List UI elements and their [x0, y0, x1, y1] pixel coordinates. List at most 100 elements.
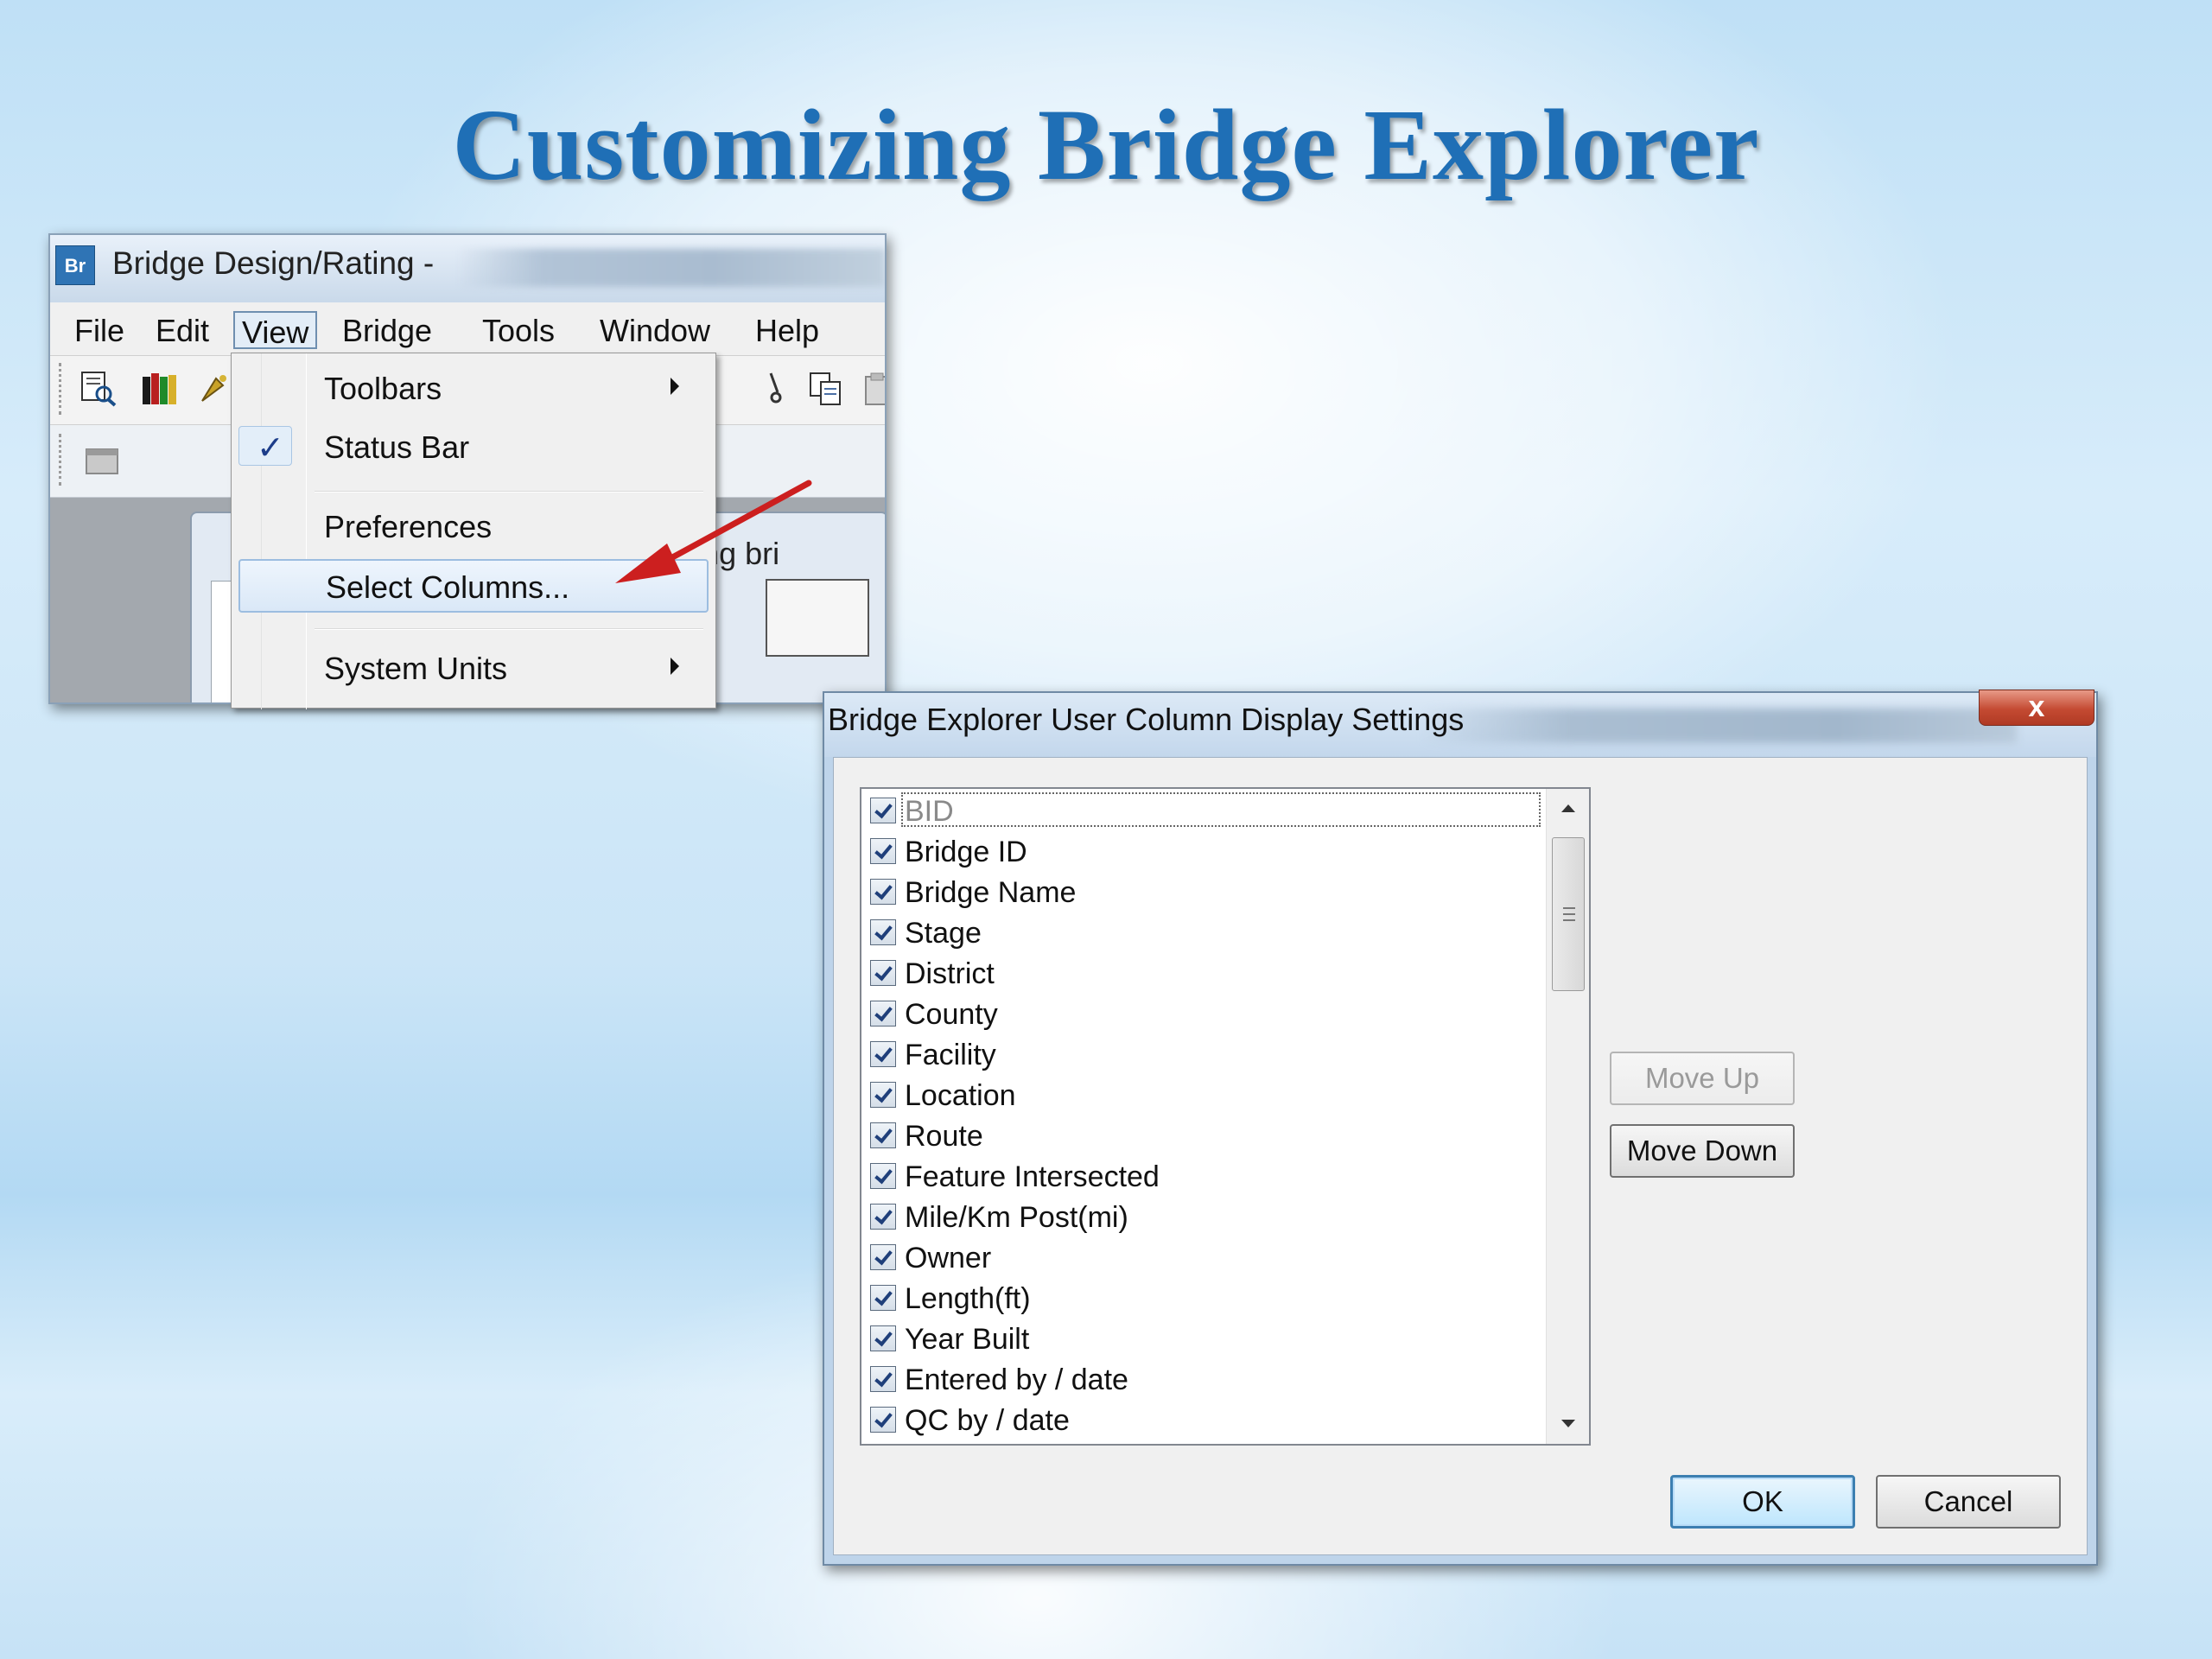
slide-title: Customizing Bridge Explorer	[452, 88, 1760, 201]
column-list-item[interactable]: Mile/Km Post(mi)	[867, 1197, 1541, 1237]
column-checkbox[interactable]	[870, 1204, 896, 1230]
column-label: Route	[905, 1120, 983, 1153]
column-label: County	[905, 998, 998, 1031]
scroll-down-arrow-icon[interactable]	[1547, 1401, 1590, 1444]
column-label: Entered by / date	[905, 1363, 1128, 1396]
column-checkbox[interactable]	[870, 960, 896, 986]
column-label: Owner	[905, 1242, 992, 1274]
column-list-item[interactable]: Entered by / date	[867, 1359, 1541, 1400]
column-label: Length(ft)	[905, 1282, 1031, 1315]
move-up-button[interactable]: Move Up	[1610, 1052, 1795, 1105]
column-checkbox[interactable]	[870, 1366, 896, 1392]
close-button[interactable]: x	[1979, 690, 2094, 726]
menu-separator	[315, 628, 703, 630]
app-titlebar: Br Bridge Design/Rating -	[50, 235, 885, 302]
column-checkbox[interactable]	[870, 1244, 896, 1270]
paste-icon[interactable]	[862, 370, 885, 408]
column-checkbox[interactable]	[870, 1122, 896, 1148]
column-label: Mile/Km Post(mi)	[905, 1201, 1128, 1234]
menu-item-system-units[interactable]: System Units	[232, 640, 715, 694]
column-label: Bridge Name	[905, 876, 1077, 909]
column-checkbox[interactable]	[870, 919, 896, 945]
column-checkbox[interactable]	[870, 838, 896, 864]
column-label: BID	[905, 795, 954, 828]
column-list-item[interactable]: County	[867, 994, 1541, 1034]
submenu-arrow-icon	[671, 378, 679, 395]
column-checkbox[interactable]	[870, 1285, 896, 1311]
check-highlight: ✓	[238, 426, 292, 467]
column-settings-dialog: Bridge Explorer User Column Display Sett…	[823, 690, 2098, 1566]
menu-view[interactable]: View	[233, 311, 318, 350]
column-label: Facility	[905, 1039, 996, 1071]
column-label: QC by / date	[905, 1404, 1070, 1437]
dialog-title: Bridge Explorer User Column Display Sett…	[828, 702, 1465, 737]
menu-tools[interactable]: Tools	[475, 311, 562, 349]
thumb-grip-icon	[1563, 907, 1575, 921]
menu-window[interactable]: Window	[593, 311, 717, 349]
submenu-arrow-icon	[671, 658, 679, 675]
menu-edit[interactable]: Edit	[149, 311, 216, 349]
column-checkbox[interactable]	[870, 1001, 896, 1027]
copy-icon[interactable]	[807, 370, 845, 408]
toolbar-grip[interactable]	[59, 434, 64, 486]
menu-item-label: Select Columns...	[326, 569, 570, 605]
menu-item-label: Toolbars	[324, 371, 442, 406]
column-label: Stage	[905, 917, 982, 950]
column-list-item[interactable]: Feature Intersected	[867, 1156, 1541, 1197]
move-down-button[interactable]: Move Down	[1610, 1124, 1795, 1178]
column-checkbox[interactable]	[870, 798, 896, 823]
column-list-item[interactable]: Owner	[867, 1237, 1541, 1278]
column-checkbox[interactable]	[870, 1082, 896, 1108]
cut-icon[interactable]	[759, 370, 797, 408]
column-list-item[interactable]: Stage	[867, 912, 1541, 953]
menu-file[interactable]: File	[67, 311, 131, 349]
column-list-item[interactable]: BID	[867, 791, 1541, 831]
column-checkbox[interactable]	[870, 1325, 896, 1351]
menu-bridge[interactable]: Bridge	[335, 311, 439, 349]
menu-item-label: System Units	[324, 651, 508, 686]
titlebar-blurred-area	[1421, 709, 2017, 743]
column-list-item[interactable]: Facility	[867, 1034, 1541, 1075]
app-logo-icon: Br	[55, 245, 95, 285]
column-label: Feature Intersected	[905, 1160, 1160, 1193]
column-checkbox[interactable]	[870, 1407, 896, 1433]
column-label: Location	[905, 1079, 1016, 1112]
toolbar-grip[interactable]	[59, 363, 64, 415]
column-label: Year Built	[905, 1323, 1030, 1356]
cancel-button[interactable]: Cancel	[1876, 1475, 2061, 1529]
scroll-thumb[interactable]	[1552, 837, 1585, 991]
column-checkbox[interactable]	[870, 1041, 896, 1067]
column-list-item[interactable]: Route	[867, 1116, 1541, 1156]
column-list-item[interactable]: Bridge ID	[867, 831, 1541, 872]
column-list-item[interactable]: QC by / date	[867, 1400, 1541, 1440]
dialog-client-area: BID Bridge ID Bridge Name Stage District…	[833, 757, 2088, 1555]
column-list-item[interactable]: Location	[867, 1075, 1541, 1116]
menu-bar: File Edit View Bridge Tools Window Help	[50, 302, 885, 356]
window-icon[interactable]	[83, 441, 121, 479]
column-label: Bridge ID	[905, 836, 1027, 868]
column-list-item[interactable]: Length(ft)	[867, 1278, 1541, 1319]
focus-rectangle	[901, 792, 1541, 827]
scroll-up-arrow-icon[interactable]	[1547, 789, 1590, 832]
titlebar-blurred-area	[456, 249, 885, 287]
library-icon[interactable]	[140, 370, 178, 408]
column-list-item[interactable]: District	[867, 953, 1541, 994]
column-checkbox[interactable]	[870, 879, 896, 905]
list-scrollbar[interactable]	[1546, 789, 1589, 1444]
column-checkbox[interactable]	[870, 1163, 896, 1189]
checkmark-icon: ✓	[257, 430, 284, 467]
column-label: District	[905, 957, 995, 990]
app-window-title: Bridge Design/Rating -	[112, 245, 435, 281]
menu-item-label: Status Bar	[324, 429, 470, 465]
menu-item-label: Preferences	[324, 509, 493, 544]
wizard-icon[interactable]	[197, 370, 228, 408]
menu-help[interactable]: Help	[748, 311, 826, 349]
column-checklist[interactable]: BID Bridge ID Bridge Name Stage District…	[860, 787, 1591, 1446]
menu-item-status-bar[interactable]: ✓ Status Bar	[232, 419, 715, 473]
ok-button[interactable]: OK	[1670, 1475, 1855, 1529]
column-list-item[interactable]: Year Built	[867, 1319, 1541, 1359]
menu-item-toolbars[interactable]: Toolbars	[232, 360, 715, 414]
dialog-titlebar: Bridge Explorer User Column Display Sett…	[824, 690, 2096, 757]
column-list-item[interactable]: Bridge Name	[867, 872, 1541, 912]
find-icon[interactable]	[79, 370, 118, 408]
